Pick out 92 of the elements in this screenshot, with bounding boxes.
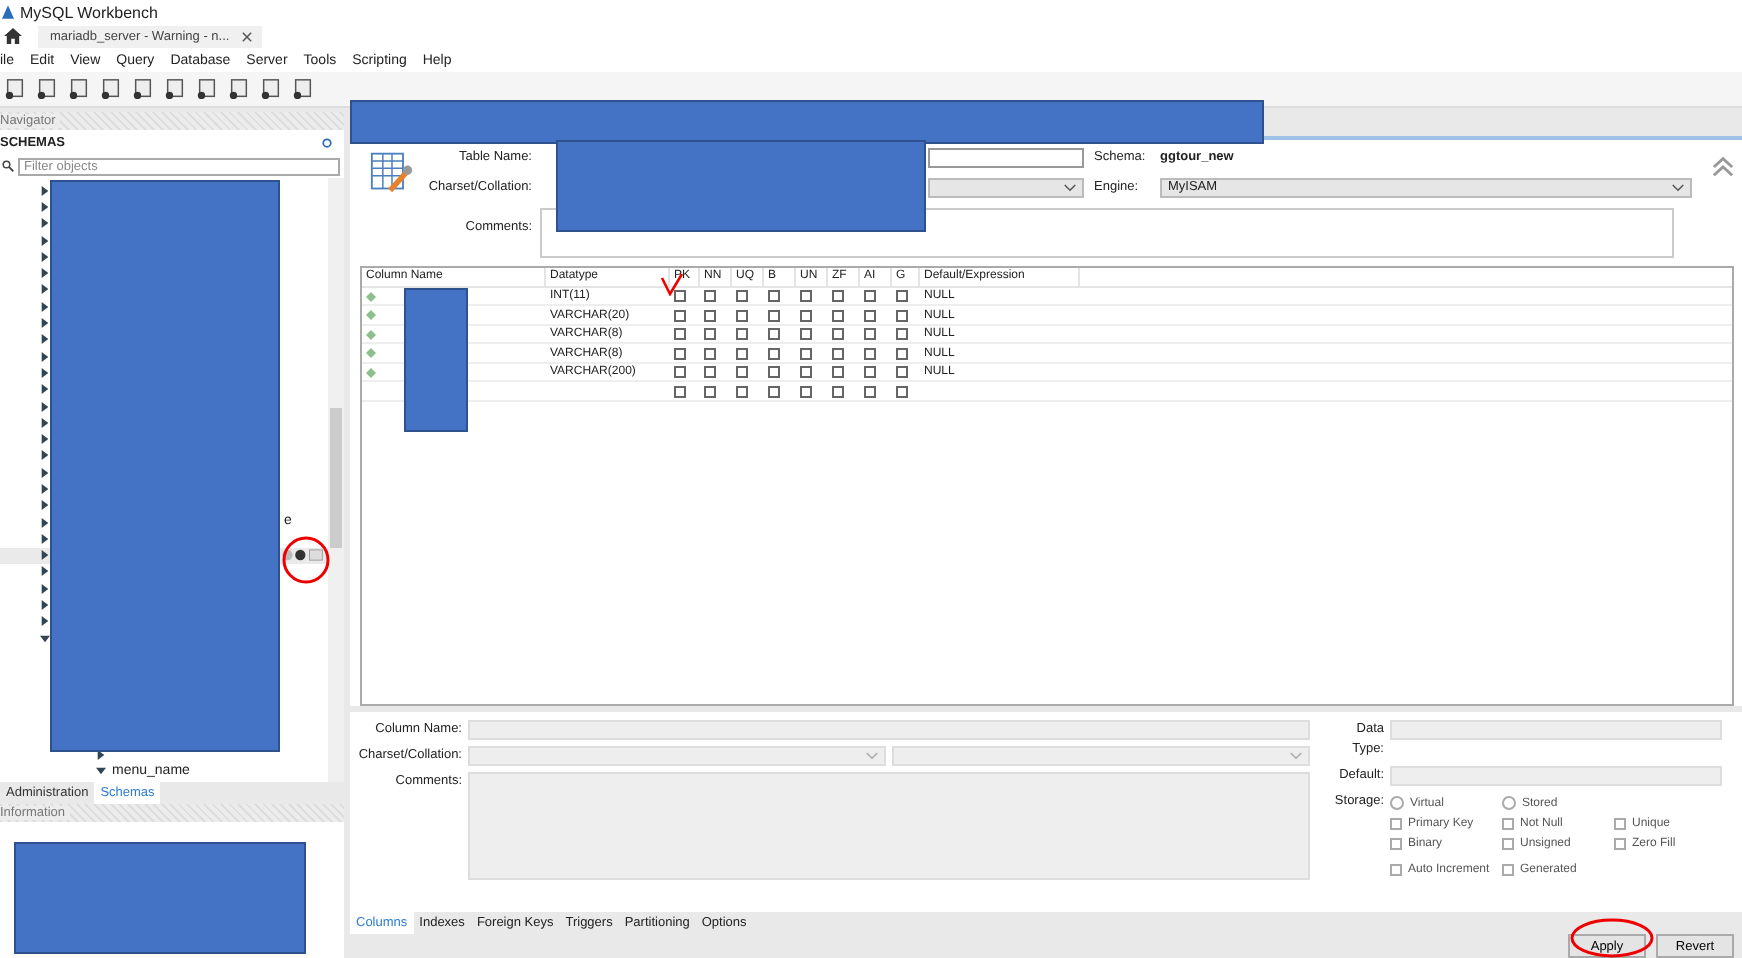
toolbar-icon[interactable]: [228, 78, 250, 100]
checkbox[interactable]: [1390, 864, 1402, 877]
flag-checkbox[interactable]: [832, 347, 844, 360]
collapse-icon[interactable]: [1712, 155, 1734, 178]
tree-toggle-icon[interactable]: [40, 401, 50, 411]
flag-checkbox[interactable]: [832, 309, 844, 322]
flag-checkbox[interactable]: [800, 290, 812, 303]
tree-toggle-icon[interactable]: [96, 766, 106, 777]
toolbar-icon[interactable]: [132, 78, 154, 100]
flag-checkbox[interactable]: [896, 385, 908, 398]
flag-checkbox[interactable]: [896, 309, 908, 322]
table-name-field[interactable]: [928, 147, 1084, 168]
app-logo-icon: [2, 4, 14, 20]
flag-checkbox[interactable]: [800, 347, 812, 360]
redaction-block: [404, 288, 468, 432]
flag-checkbox[interactable]: [864, 309, 876, 322]
column-name-field[interactable]: [468, 720, 1310, 741]
chevron-icon: [866, 752, 878, 761]
flag-checkbox[interactable]: [896, 347, 908, 360]
flag-checkbox[interactable]: [864, 290, 876, 303]
flag-checkbox[interactable]: [896, 328, 908, 341]
chevron-icon: [1672, 183, 1684, 192]
checkbox[interactable]: [1390, 818, 1402, 831]
checkbox[interactable]: [1502, 838, 1514, 851]
chevron-icon: [1290, 752, 1302, 761]
flag-checkbox[interactable]: [896, 366, 908, 379]
flag-checkbox[interactable]: [736, 385, 748, 398]
checkbox[interactable]: [1502, 864, 1514, 877]
default-field[interactable]: [1390, 766, 1722, 787]
flag-checkbox[interactable]: [736, 366, 748, 379]
checkbox[interactable]: [1614, 818, 1626, 831]
column-comments-field[interactable]: [468, 772, 1310, 881]
flag-checkbox[interactable]: [768, 328, 780, 341]
checkbox[interactable]: [1390, 838, 1402, 851]
window-title: MySQL Workbench: [20, 3, 158, 21]
flag-checkbox[interactable]: [896, 290, 908, 303]
flag-checkbox[interactable]: [736, 290, 748, 303]
radio-button[interactable]: [1390, 796, 1404, 811]
data-type-field[interactable]: [1390, 720, 1722, 741]
scrollbar[interactable]: [328, 178, 344, 782]
close-icon[interactable]: [241, 31, 252, 41]
flag-checkbox[interactable]: [832, 385, 844, 398]
flag-checkbox[interactable]: [864, 347, 876, 360]
flag-checkbox[interactable]: [768, 290, 780, 303]
radio-button[interactable]: [1502, 796, 1516, 811]
flag-checkbox[interactable]: [832, 366, 844, 379]
flag-checkbox[interactable]: [800, 328, 812, 341]
circle-annotation: [282, 536, 330, 584]
flag-checkbox[interactable]: [736, 309, 748, 322]
flag-checkbox[interactable]: [768, 385, 780, 398]
flag-checkbox[interactable]: [736, 328, 748, 341]
flag-checkbox[interactable]: [864, 328, 876, 341]
flag-checkbox[interactable]: [768, 366, 780, 379]
chevron-icon: [1064, 183, 1076, 192]
flag-checkbox[interactable]: [832, 290, 844, 303]
flag-checkbox[interactable]: [800, 309, 812, 322]
flag-checkbox[interactable]: [864, 366, 876, 379]
flag-checkbox[interactable]: [704, 328, 716, 341]
flag-checkbox[interactable]: [704, 290, 716, 303]
flag-checkbox[interactable]: [674, 290, 686, 303]
home-icon[interactable]: [4, 28, 22, 44]
toolbar-icon[interactable]: [4, 78, 26, 100]
search-icon: [2, 160, 14, 172]
flag-checkbox[interactable]: [864, 385, 876, 398]
flag-checkbox[interactable]: [832, 328, 844, 341]
toolbar-icon[interactable]: [164, 78, 186, 100]
toolbar-icon[interactable]: [260, 78, 282, 100]
flag-checkbox[interactable]: [800, 385, 812, 398]
checkbox[interactable]: [1614, 838, 1626, 851]
flag-checkbox[interactable]: [674, 366, 686, 379]
row-action-icons[interactable]: [282, 548, 326, 563]
toolbar-icon[interactable]: [100, 78, 122, 100]
toolbar-icon[interactable]: [36, 78, 58, 100]
flag-checkbox[interactable]: [736, 347, 748, 360]
refresh-icon[interactable]: [322, 137, 332, 147]
flag-checkbox[interactable]: [800, 366, 812, 379]
flag-checkbox[interactable]: [674, 309, 686, 322]
flag-checkbox[interactable]: [704, 366, 716, 379]
table-editor-icon: [370, 149, 414, 194]
flag-checkbox[interactable]: [674, 328, 686, 341]
flag-checkbox[interactable]: [704, 347, 716, 360]
checkbox[interactable]: [1502, 818, 1514, 831]
flag-checkbox[interactable]: [674, 385, 686, 398]
flag-checkbox[interactable]: [674, 347, 686, 360]
flag-checkbox[interactable]: [768, 347, 780, 360]
toolbar-icon[interactable]: [68, 78, 90, 100]
toolbar-icon[interactable]: [196, 78, 218, 100]
circle-annotation: [1570, 918, 1654, 958]
flag-checkbox[interactable]: [704, 309, 716, 322]
flag-checkbox[interactable]: [768, 309, 780, 322]
toolbar-icon[interactable]: [292, 78, 314, 100]
flag-checkbox[interactable]: [704, 385, 716, 398]
